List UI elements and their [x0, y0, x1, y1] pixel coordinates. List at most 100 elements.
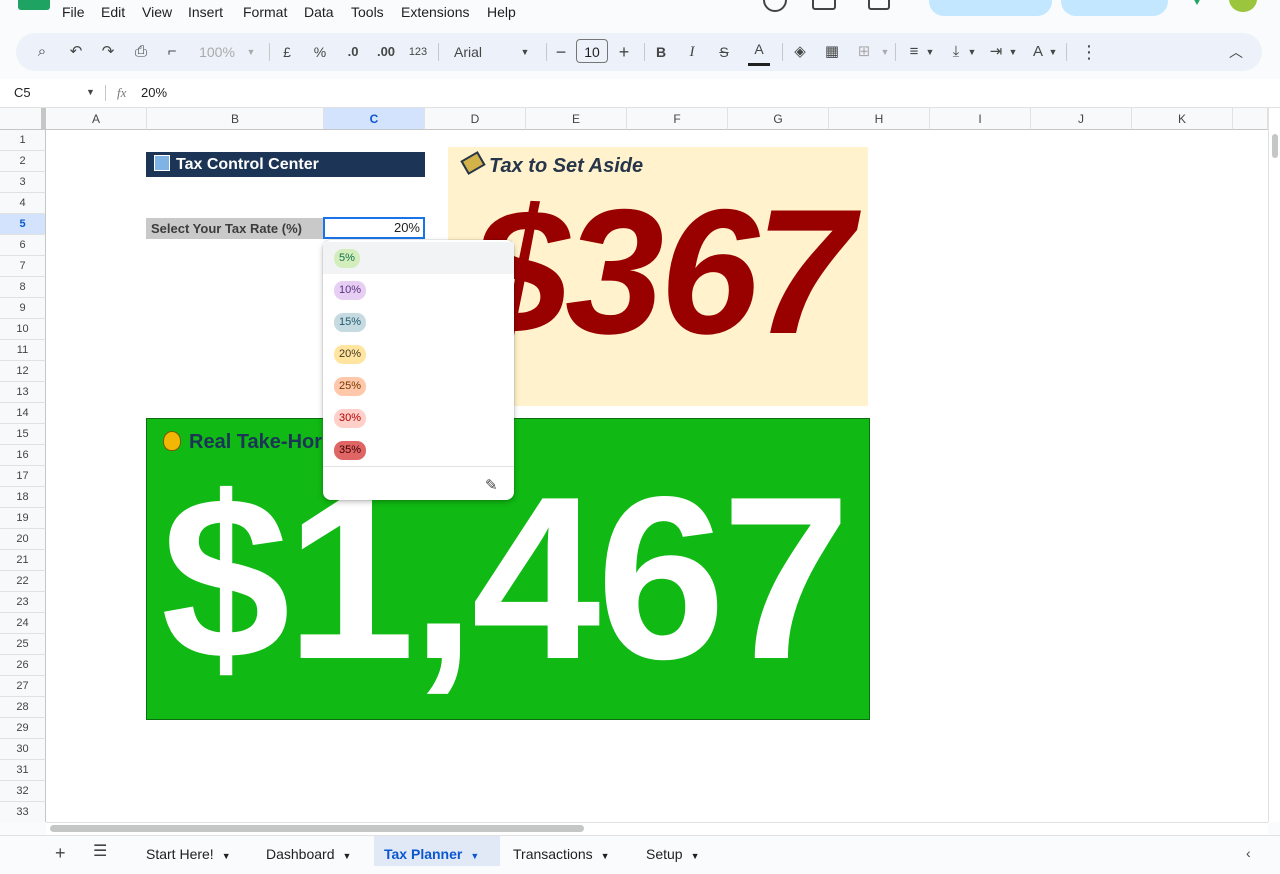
row-header-17[interactable]: 17	[0, 466, 46, 487]
column-header-I[interactable]: I	[930, 108, 1031, 130]
row-header-29[interactable]: 29	[0, 718, 46, 739]
font-select[interactable]: Arial	[454, 33, 494, 71]
avatar[interactable]	[1229, 0, 1257, 12]
upgrade-button[interactable]	[1061, 0, 1168, 16]
column-header-D[interactable]: D	[425, 108, 526, 130]
undo-icon[interactable]: ↶	[66, 33, 86, 71]
name-box[interactable]: C5	[14, 85, 31, 100]
menu-edit[interactable]: Edit	[101, 4, 125, 20]
currency-button[interactable]: £	[279, 33, 295, 71]
row-header-13[interactable]: 13	[0, 382, 46, 403]
row-header-24[interactable]: 24	[0, 613, 46, 634]
zoom-select[interactable]: 100%	[196, 33, 238, 71]
gemini-icon[interactable]	[1192, 0, 1202, 5]
merge-cells-icon[interactable]: ⊞	[854, 33, 874, 71]
bold-button[interactable]: B	[654, 33, 668, 71]
row-header-3[interactable]: 3	[0, 172, 46, 193]
percent-button[interactable]: %	[312, 33, 328, 71]
column-header-B[interactable]: B	[147, 108, 324, 130]
row-header-19[interactable]: 19	[0, 508, 46, 529]
menu-help[interactable]: Help	[487, 4, 516, 20]
row-header-20[interactable]: 20	[0, 529, 46, 550]
increase-font-size-button[interactable]: +	[616, 33, 632, 71]
scroll-tabs-left-icon[interactable]: ‹	[1246, 846, 1251, 860]
menu-format[interactable]: Format	[243, 4, 287, 20]
row-header-5[interactable]: 5	[0, 214, 46, 235]
row-header-28[interactable]: 28	[0, 697, 46, 718]
search-icon[interactable]: ⌕	[32, 33, 52, 71]
sheets-logo-icon[interactable]	[18, 0, 50, 10]
column-header-J[interactable]: J	[1031, 108, 1132, 130]
select-all-corner[interactable]	[0, 108, 46, 130]
row-header-23[interactable]: 23	[0, 592, 46, 613]
row-header-22[interactable]: 22	[0, 571, 46, 592]
chevron-down-icon[interactable]: ▼	[222, 851, 231, 861]
row-header-33[interactable]: 33	[0, 802, 46, 822]
font-size-input[interactable]: 10	[576, 39, 608, 63]
column-header-K[interactable]: K	[1132, 108, 1233, 130]
more-options-icon[interactable]: ⋮	[1080, 33, 1098, 71]
align-vertical-icon[interactable]: ⤓	[946, 33, 966, 71]
sheet-tab[interactable]: Tax Planner ▼	[374, 836, 500, 866]
dropdown-option[interactable]: 35%	[323, 434, 514, 466]
row-header-15[interactable]: 15	[0, 424, 46, 445]
row-header-7[interactable]: 7	[0, 256, 46, 277]
row-header-27[interactable]: 27	[0, 676, 46, 697]
chevron-down-icon[interactable]: ▼	[691, 851, 700, 861]
menu-view[interactable]: View	[142, 4, 172, 20]
chevron-down-icon[interactable]: ▼	[470, 851, 479, 861]
vertical-scrollbar[interactable]	[1268, 108, 1280, 822]
meet-icon[interactable]	[868, 0, 890, 10]
row-header-25[interactable]: 25	[0, 634, 46, 655]
all-sheets-icon[interactable]: ☰	[93, 844, 107, 860]
row-header-4[interactable]: 4	[0, 193, 46, 214]
row-header-30[interactable]: 30	[0, 739, 46, 760]
row-header-14[interactable]: 14	[0, 403, 46, 424]
menu-data[interactable]: Data	[304, 4, 334, 20]
row-header-12[interactable]: 12	[0, 361, 46, 382]
dropdown-option[interactable]: 5%	[323, 242, 514, 274]
sheet-tab[interactable]: Transactions ▼	[503, 836, 629, 866]
dropdown-option[interactable]: 10%	[323, 274, 514, 306]
comment-icon[interactable]	[812, 0, 836, 10]
horizontal-scroll-thumb[interactable]	[50, 825, 584, 832]
history-icon[interactable]	[763, 0, 787, 12]
sheet-tab[interactable]: Setup ▼	[636, 836, 712, 866]
column-header-F[interactable]: F	[627, 108, 728, 130]
decrease-font-size-button[interactable]: −	[554, 33, 568, 71]
italic-button[interactable]: I	[685, 33, 699, 71]
dropdown-option[interactable]: 30%	[323, 402, 514, 434]
row-header-2[interactable]: 2	[0, 151, 46, 172]
tax-rate-cell[interactable]: 20%	[323, 217, 425, 239]
dropdown-option[interactable]: 25%	[323, 370, 514, 402]
row-header-11[interactable]: 11	[0, 340, 46, 361]
horizontal-scrollbar[interactable]	[46, 822, 1268, 835]
sheet-tab[interactable]: Dashboard ▼	[256, 836, 368, 866]
text-wrap-icon[interactable]: ⇥	[986, 33, 1006, 71]
align-horizontal-icon[interactable]: ≡	[904, 33, 924, 71]
redo-icon[interactable]: ↷	[98, 33, 118, 71]
paint-format-icon[interactable]: ⌐	[162, 33, 182, 71]
share-button[interactable]	[929, 0, 1052, 16]
chevron-down-icon[interactable]: ▼	[343, 851, 352, 861]
spreadsheet-grid[interactable]: ABCDEFGHIJK 1 2 3 4 5 6 7 8 9 10 11 12 13 14 15 16 17 18 1…	[0, 108, 1268, 822]
column-header-H[interactable]: H	[829, 108, 930, 130]
print-icon[interactable]: ⎙	[130, 33, 152, 71]
row-header-6[interactable]: 6	[0, 235, 46, 256]
fill-color-icon[interactable]: ◈	[790, 33, 810, 71]
number-format-button[interactable]: 123	[407, 33, 429, 71]
row-header-26[interactable]: 26	[0, 655, 46, 676]
row-header-10[interactable]: 10	[0, 319, 46, 340]
text-color-button[interactable]: A	[748, 33, 770, 66]
borders-icon[interactable]: ▦	[822, 33, 842, 71]
increase-decimal-button[interactable]: .00	[373, 33, 399, 71]
add-sheet-icon[interactable]: +	[55, 844, 66, 862]
formula-input[interactable]: 20%	[141, 85, 167, 100]
dropdown-option[interactable]: 15%	[323, 306, 514, 338]
column-header-C[interactable]: C	[324, 108, 425, 130]
row-header-9[interactable]: 9	[0, 298, 46, 319]
chevron-down-icon[interactable]: ▼	[601, 851, 610, 861]
decrease-decimal-button[interactable]: .0	[342, 33, 364, 71]
edit-pencil-icon[interactable]: ✎	[485, 476, 498, 494]
row-header-21[interactable]: 21	[0, 550, 46, 571]
